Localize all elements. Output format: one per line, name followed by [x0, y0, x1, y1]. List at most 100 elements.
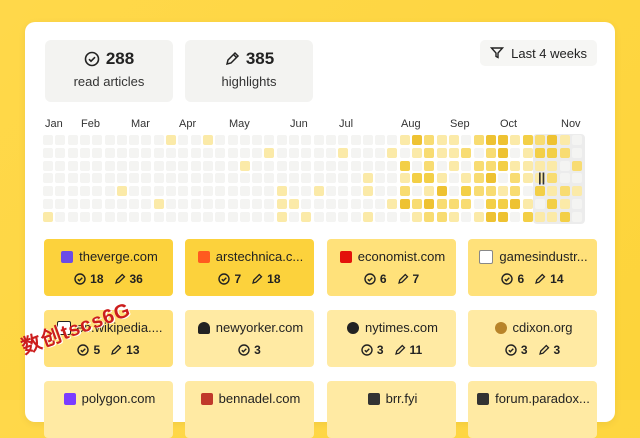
month-label: Jul	[339, 118, 354, 130]
activity-cell	[325, 135, 336, 145]
pencil-icon	[394, 344, 405, 355]
pencil-icon	[225, 51, 239, 66]
activity-cell	[313, 199, 324, 209]
activity-cell	[424, 199, 435, 209]
site-card[interactable]: cdixon.org 3 3	[468, 310, 597, 367]
activity-cell	[325, 211, 336, 222]
activity-cell	[535, 186, 545, 197]
activity-cell	[571, 199, 582, 209]
activity-cell	[399, 147, 410, 158]
site-card[interactable]: nytimes.com 3 11	[327, 310, 456, 367]
activity-cell	[116, 173, 127, 184]
activity-cell	[498, 211, 509, 222]
selection-drag-handle[interactable]: ||	[538, 170, 545, 185]
favicon-icon	[200, 392, 213, 405]
site-highlight-count: 7	[412, 272, 420, 286]
month-label: Nov	[561, 118, 581, 130]
activity-cell	[313, 186, 324, 197]
site-card[interactable]: theverge.com 18 36	[44, 239, 173, 296]
activity-cell	[461, 199, 472, 209]
activity-cell	[375, 173, 386, 184]
activity-cell	[43, 211, 53, 222]
site-card[interactable]: newyorker.com 3	[185, 310, 314, 367]
activity-cell	[510, 173, 521, 184]
site-card[interactable]: gamesindustr... 6 14	[468, 239, 597, 296]
site-card[interactable]: forum.paradox...	[468, 381, 597, 438]
activity-cell	[399, 199, 410, 209]
activity-cell	[399, 173, 410, 184]
activity-cell	[67, 199, 78, 209]
activity-cell	[178, 199, 189, 209]
activity-cell	[79, 135, 90, 145]
activity-cell	[399, 186, 410, 197]
highlights-count: 385	[245, 49, 275, 68]
site-card[interactable]: economist.com 6 7	[327, 239, 456, 296]
activity-cell	[67, 135, 78, 145]
activity-cell	[215, 135, 226, 145]
activity-cell	[375, 211, 386, 222]
site-card[interactable]: bennadel.com	[185, 381, 314, 438]
activity-cell	[461, 173, 472, 184]
favicon-icon	[479, 249, 494, 264]
activity-cell	[276, 160, 287, 171]
activity-cell	[436, 160, 447, 171]
activity-cell	[141, 186, 152, 197]
month-label: Jan	[45, 118, 63, 130]
activity-cell	[190, 186, 201, 197]
site-highlight-count: 13	[126, 343, 140, 357]
reading-stats-card: 288 read articles 385 highlights Last 4 …	[25, 22, 615, 438]
activity-cell	[362, 186, 373, 197]
activity-cell	[522, 211, 533, 222]
activity-cell	[571, 173, 582, 184]
check-circle-icon	[361, 344, 373, 356]
activity-cell	[424, 186, 435, 197]
activity-cell	[264, 211, 275, 222]
site-card[interactable]: arstechnica.c... 7 18	[185, 239, 314, 296]
activity-cell	[350, 211, 361, 222]
activity-cell	[166, 186, 176, 197]
pencil-icon	[111, 344, 122, 355]
activity-cell	[547, 160, 558, 171]
activity-cell	[387, 199, 398, 209]
activity-cell	[215, 147, 226, 158]
month-label: Sep	[450, 118, 470, 130]
activity-cell	[387, 211, 398, 222]
activity-cell	[227, 135, 238, 145]
activity-cell	[55, 147, 66, 158]
activity-cell	[510, 186, 521, 197]
activity-cell	[571, 186, 582, 197]
activity-cell	[116, 160, 127, 171]
activity-cell	[252, 147, 263, 158]
activity-cell	[313, 160, 324, 171]
activity-cell	[498, 173, 509, 184]
activity-cell	[276, 147, 287, 158]
activity-cell	[153, 211, 164, 222]
activity-cell	[412, 160, 422, 171]
activity-cell	[79, 173, 90, 184]
activity-cell	[141, 173, 152, 184]
activity-cell	[301, 160, 312, 171]
site-card[interactable]: polygon.com	[44, 381, 173, 438]
site-name: bennadel.com	[218, 391, 301, 406]
activity-cell	[301, 135, 312, 145]
activity-cell	[325, 199, 336, 209]
site-name: arstechnica.c...	[215, 249, 304, 264]
activity-cell	[559, 199, 570, 209]
favicon-icon	[63, 392, 76, 405]
favicon-icon	[339, 250, 352, 263]
activity-cell	[412, 147, 422, 158]
activity-cell	[43, 173, 53, 184]
time-filter-button[interactable]: Last 4 weeks	[480, 40, 597, 66]
activity-cell	[498, 147, 509, 158]
activity-cell	[535, 199, 545, 209]
activity-cell	[289, 135, 299, 145]
activity-cell	[43, 199, 53, 209]
activity-cell	[559, 186, 570, 197]
activity-cell	[67, 160, 78, 171]
check-circle-icon	[238, 344, 250, 356]
activity-cell	[375, 186, 386, 197]
activity-cell	[252, 173, 263, 184]
timeline-month-labels: Jan Feb Mar Apr May Jun Jul Aug Sep Oct …	[45, 118, 585, 132]
site-card[interactable]: brr.fyi	[327, 381, 456, 438]
activity-cell	[276, 186, 287, 197]
